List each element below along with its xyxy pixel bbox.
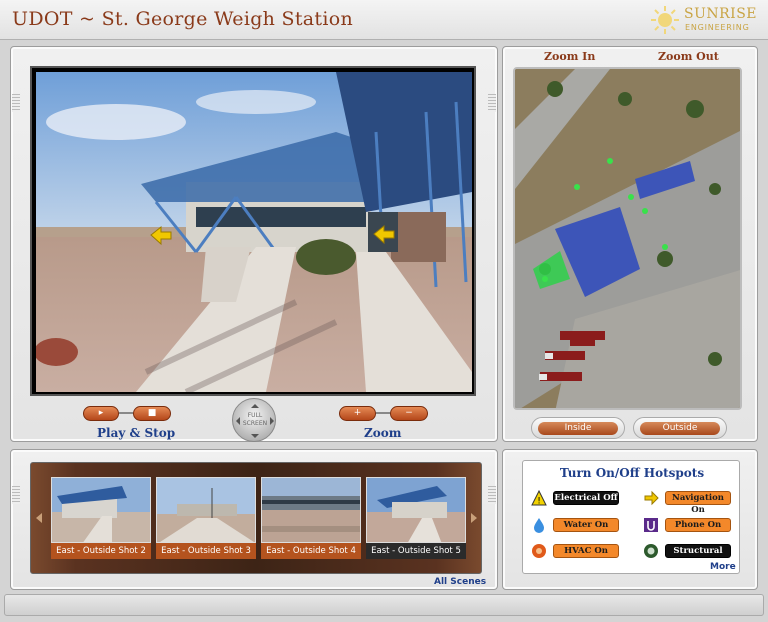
- thumbnail-strip: East - Outside Shot 2 East - Outside Sho…: [30, 462, 482, 574]
- outside-button[interactable]: Outside: [633, 417, 727, 439]
- scenes-left-grip[interactable]: [12, 486, 20, 504]
- footer-bar: [4, 594, 764, 616]
- play-icon: ▸: [98, 408, 104, 418]
- scene-thumbnail-label: East - Outside Shot 5: [366, 543, 466, 559]
- stop-button[interactable]: ■: [133, 406, 171, 421]
- stop-icon: ■: [147, 408, 157, 418]
- sunrise-logo: SUNRISE ENGINEERING: [650, 3, 762, 37]
- zoom-in-button[interactable]: +: [339, 406, 376, 421]
- play-stop-caption: Play & Stop: [97, 426, 176, 440]
- play-button[interactable]: ▸: [83, 406, 119, 421]
- zoom-caption: Zoom: [364, 426, 402, 440]
- scene-thumbnail-image[interactable]: [51, 477, 151, 543]
- panorama-viewer[interactable]: [30, 66, 476, 396]
- hotspot-toggle-electrical[interactable]: ! Electrical Off: [531, 490, 631, 506]
- navigation-toggle-button[interactable]: Navigation On: [665, 491, 731, 515]
- arrow-right-icon: [270, 417, 278, 425]
- more-hotspots-link[interactable]: More: [710, 562, 736, 572]
- viewer-right-grip[interactable]: [488, 94, 496, 112]
- scene-thumbnail-label: East - Outside Shot 2: [51, 543, 151, 559]
- phone-toggle-button[interactable]: Phone On: [665, 518, 731, 532]
- zoom-connector: [376, 412, 390, 414]
- aerial-map[interactable]: [513, 67, 742, 410]
- water-toggle-button[interactable]: Water On: [553, 518, 619, 532]
- all-scenes-link[interactable]: All Scenes: [434, 577, 486, 587]
- app-title: UDOT ~ St. George Weigh Station: [12, 8, 354, 30]
- navigation-icon: [644, 490, 659, 506]
- logo-subtitle: ENGINEERING: [685, 23, 750, 32]
- hotspot-toggle-structural[interactable]: Structural Off: [643, 543, 743, 568]
- scene-thumbnail-label: East - Outside Shot 3: [156, 543, 256, 559]
- scroll-right-icon[interactable]: [471, 513, 477, 523]
- fullscreen-button[interactable]: FULL SCREEN: [232, 398, 276, 442]
- header-bar: UDOT ~ St. George Weigh Station SUNRISE …: [0, 0, 768, 40]
- arrow-down-icon: [251, 434, 259, 442]
- svg-text:!: !: [537, 497, 541, 507]
- scroll-left-icon[interactable]: [36, 513, 42, 523]
- play-stop-connector: [119, 412, 133, 414]
- scene-thumbnail-label: East - Outside Shot 4: [261, 543, 361, 559]
- scene-thumbnail-2[interactable]: East - Outside Shot 3: [156, 477, 256, 559]
- hotspot-toggle-water[interactable]: Water On: [531, 517, 631, 533]
- water-icon: [534, 518, 544, 533]
- panorama-image[interactable]: [36, 72, 472, 392]
- plus-icon: +: [353, 408, 362, 418]
- zoom-out-button[interactable]: −: [390, 406, 428, 421]
- scene-thumbnail-image[interactable]: [156, 477, 256, 543]
- minus-icon: −: [405, 408, 413, 418]
- structural-icon: [644, 544, 658, 558]
- hvac-icon: [532, 544, 546, 558]
- scene-thumbnail-image[interactable]: [261, 477, 361, 543]
- arrow-left-icon: [232, 417, 240, 425]
- arrow-up-icon: [251, 400, 259, 408]
- hotspot-toggle-phone[interactable]: Phone On: [643, 517, 743, 533]
- hvac-toggle-button[interactable]: HVAC On: [553, 544, 619, 558]
- hotspots-title: Turn On/Off Hotspots: [559, 466, 705, 480]
- viewer-left-grip[interactable]: [12, 94, 20, 112]
- electrical-icon: !: [531, 490, 547, 506]
- electrical-toggle-button[interactable]: Electrical Off: [553, 491, 619, 505]
- scene-thumbnail-3[interactable]: East - Outside Shot 4: [261, 477, 361, 559]
- outside-label: Outside: [640, 422, 720, 435]
- scenes-right-grip[interactable]: [488, 486, 496, 504]
- structural-toggle-button[interactable]: Structural Off: [665, 544, 731, 568]
- hotspot-toggle-navigation[interactable]: Navigation On: [643, 490, 743, 515]
- map-zoom-out-link[interactable]: Zoom Out: [658, 50, 719, 63]
- hotspot-toggle-hvac[interactable]: HVAC On: [531, 543, 631, 559]
- logo-name: SUNRISE: [684, 6, 758, 22]
- hotspot-toggle-box: Turn On/Off Hotspots ! Electrical Off Na…: [522, 460, 740, 574]
- map-zoom-in-link[interactable]: Zoom In: [544, 50, 595, 63]
- scene-thumbnail-image[interactable]: [366, 477, 466, 543]
- phone-icon: [644, 518, 658, 532]
- inside-label: Inside: [538, 422, 618, 435]
- scene-thumbnail-4-active[interactable]: East - Outside Shot 5: [366, 477, 466, 559]
- inside-button[interactable]: Inside: [531, 417, 625, 439]
- sun-logo-icon: [651, 6, 679, 34]
- scene-thumbnail-1[interactable]: East - Outside Shot 2: [51, 477, 151, 559]
